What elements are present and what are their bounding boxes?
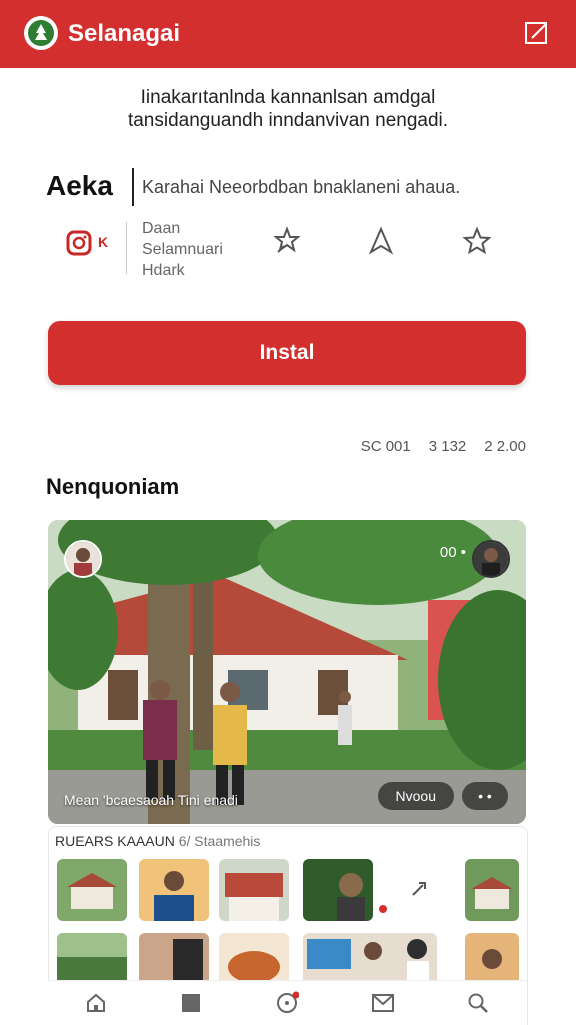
install-button[interactable]: Instal [48,321,526,385]
edit-icon[interactable] [524,20,550,46]
brand-name: Aeka [46,170,113,201]
info-text: Daan Selamnuari Hdark [142,218,223,281]
gallery-thumbnail[interactable] [139,859,209,921]
more-options-button[interactable]: • • [462,782,508,810]
section-title: Nenquoniam [46,474,180,499]
home-icon[interactable] [78,985,114,1021]
app-logo-icon [24,16,58,50]
info-line-2: Selamnuari [142,241,223,258]
divider [132,168,134,206]
photo-status-icons: 00 • [439,544,466,561]
navigate-icon[interactable] [366,226,396,256]
divider [126,222,127,274]
gallery-count: 6/ Staamehis [178,833,261,849]
pin-star-icon[interactable] [272,226,302,256]
headline-line-1: Iinakarıtanlnda kannanlsan amdgal [140,87,436,108]
brand-description: Karahai Neeorbdban bnaklaneni ahaua. [142,177,461,197]
avatar[interactable] [64,540,102,578]
app-title: Selanagai [68,20,181,47]
mini-label: K [98,234,109,250]
gallery-thumbnail[interactable] [303,859,373,921]
actions-row: K Daan Selamnuari Hdark [60,218,520,288]
bottom-navigation [48,980,526,1025]
photo-illustration [48,520,526,824]
avatar[interactable] [472,540,510,578]
search-icon[interactable] [460,985,496,1021]
headline-line-2: tansidanguandh inndanvivan nengadi. [127,110,449,131]
square-icon[interactable] [173,985,209,1021]
gallery-title: RUEARS KAAAUN [55,833,175,849]
stat-3: 2 2.00 [484,438,526,455]
star-icon[interactable] [462,226,492,256]
brand-row: Aeka Karahai Neeorbdban bnaklaneni ahaua… [46,168,546,208]
stat-2: 3 132 [428,438,467,455]
photo-action-button[interactable]: Nvoou [377,782,454,810]
stats-row: SC 001 3 132 2 2.00 [361,438,526,455]
info-line-1: Daan [142,220,181,237]
gallery-thumbnail[interactable] [57,859,127,921]
photo-caption: Mean 'bcaesaoah Tini enadi [64,792,238,808]
gallery-thumbnail[interactable] [465,859,519,921]
mail-icon[interactable] [365,985,401,1021]
gallery-header: RUEARS KAAAUN 6/ Staamehis [55,833,260,849]
info-line-3: Hdark [142,262,185,279]
featured-photo[interactable]: 00 • Mean 'bcaesaoah Tini enadi Nvoou • … [48,520,526,824]
gallery-thumbnail[interactable] [219,859,289,921]
share-icon[interactable] [385,859,455,921]
instagram-icon[interactable] [66,230,92,256]
top-app-bar: Selanagai [0,0,576,68]
circle-icon[interactable] [269,985,305,1021]
stat-1: SC 001 [360,438,411,455]
headline: Iinakarıtanlnda kannanlsan amdgal tansid… [40,86,536,132]
